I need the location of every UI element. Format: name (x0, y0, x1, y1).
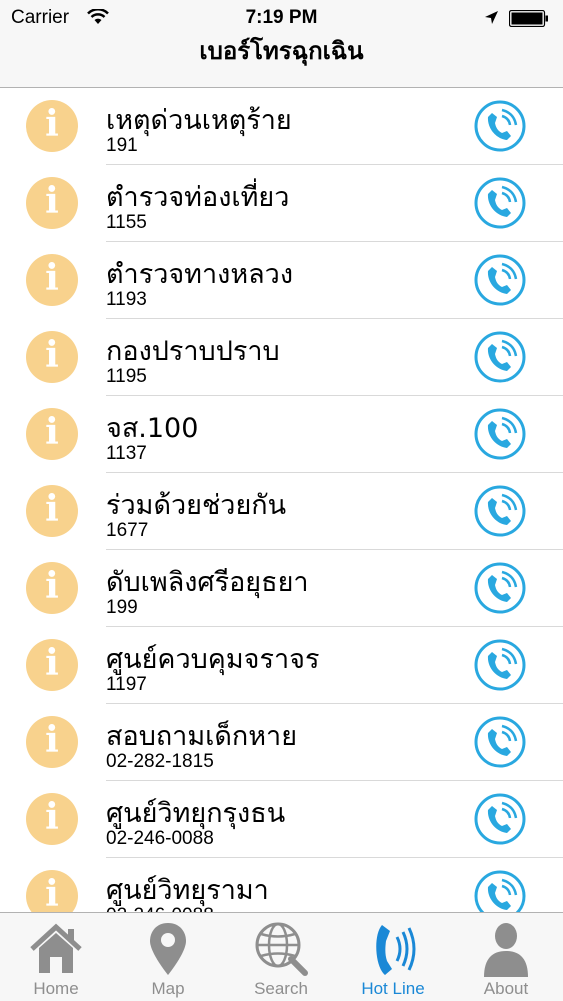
list-item[interactable]: i ศูนย์ควบคุมจราจร 1197 (0, 627, 563, 704)
info-icon[interactable]: i (26, 254, 78, 306)
list-item[interactable]: i ตำรวจท่องเที่ยว 1155 (0, 165, 563, 242)
call-icon[interactable] (474, 870, 526, 912)
list-item[interactable]: i ตำรวจทางหลวง 1193 (0, 242, 563, 319)
call-icon[interactable] (474, 100, 526, 152)
battery-icon (509, 10, 548, 27)
contact-number: 1677 (106, 520, 149, 541)
globe-search-icon (255, 922, 308, 976)
status-bar: Carrier 7:19 PM (0, 0, 563, 36)
map-pin-icon (150, 923, 186, 975)
info-icon[interactable]: i (26, 562, 78, 614)
info-icon[interactable]: i (26, 485, 78, 537)
contact-number: 02-246-0088 (106, 828, 214, 849)
info-icon[interactable]: i (26, 793, 78, 845)
call-icon[interactable] (474, 177, 526, 229)
tab-search-label: Search (254, 979, 308, 998)
call-icon[interactable] (474, 485, 526, 537)
info-icon[interactable]: i (26, 716, 78, 768)
list-item[interactable]: i สอบถามเด็กหาย 02-282-1815 (0, 704, 563, 781)
tab-home[interactable]: Home (0, 913, 112, 1001)
tab-home-label: Home (33, 979, 79, 998)
contact-number: 1197 (106, 674, 147, 695)
call-icon[interactable] (474, 562, 526, 614)
tab-map-label: Map (151, 979, 185, 998)
call-icon[interactable] (474, 793, 526, 845)
tab-hot-line-label: Hot Line (361, 979, 425, 998)
info-icon[interactable]: i (26, 639, 78, 691)
contact-list[interactable]: i เหตุด่วนเหตุร้าย 191 i ตำรวจท่องเที่ยว 1155… (0, 88, 563, 912)
tab-about-label: About (483, 979, 529, 998)
contact-number: 02-246-0088 (106, 905, 214, 912)
list-item[interactable]: i ร่วมด้วยช่วยกัน 1677 (0, 473, 563, 550)
nav-bar: เบอร์โทรฉุกเฉิน (0, 36, 563, 88)
contact-number: 1193 (106, 289, 147, 310)
list-item[interactable]: i กองปราบปราบ 1195 (0, 319, 563, 396)
page-title: เบอร์โทรฉุกเฉิน (199, 37, 364, 65)
tab-search[interactable]: Search (225, 913, 337, 1001)
list-item[interactable]: i ดับเพลิงศรีอยุธยา 199 (0, 550, 563, 627)
contact-number: 1195 (106, 366, 147, 387)
info-icon[interactable]: i (26, 331, 78, 383)
list-item[interactable]: i จส.100 1137 (0, 396, 563, 473)
tab-hot-line[interactable]: Hot Line (337, 913, 449, 1001)
tab-about[interactable]: About (450, 913, 562, 1001)
phone-ringing-icon (376, 925, 416, 975)
list-item[interactable]: i เหตุด่วนเหตุร้าย 191 (0, 88, 563, 165)
info-icon[interactable]: i (26, 408, 78, 460)
status-time: 7:19 PM (245, 7, 318, 28)
call-icon[interactable] (474, 716, 526, 768)
call-icon[interactable] (474, 408, 526, 460)
info-icon[interactable]: i (26, 177, 78, 229)
call-icon[interactable] (474, 331, 526, 383)
info-icon[interactable]: i (26, 100, 78, 152)
home-icon (30, 923, 82, 973)
tab-map[interactable]: Map (112, 913, 224, 1001)
location-arrow-icon (485, 11, 498, 24)
call-icon[interactable] (474, 639, 526, 691)
contact-number: 02-282-1815 (106, 751, 214, 772)
person-icon (484, 923, 528, 977)
contact-number: 191 (106, 135, 138, 156)
list-item[interactable]: iศูนย์วิทยุรามา02-246-0088 (0, 858, 563, 912)
list-item[interactable]: i ศูนย์วิทยุกรุงธน 02-246-0088 (0, 781, 563, 858)
contact-number: 1137 (106, 443, 147, 464)
tab-bar: Home Map Search Hot Line About (0, 912, 563, 1001)
contact-number: 199 (106, 597, 138, 618)
contact-number: 1155 (106, 212, 147, 233)
info-icon[interactable]: i (26, 870, 78, 912)
call-icon[interactable] (474, 254, 526, 306)
